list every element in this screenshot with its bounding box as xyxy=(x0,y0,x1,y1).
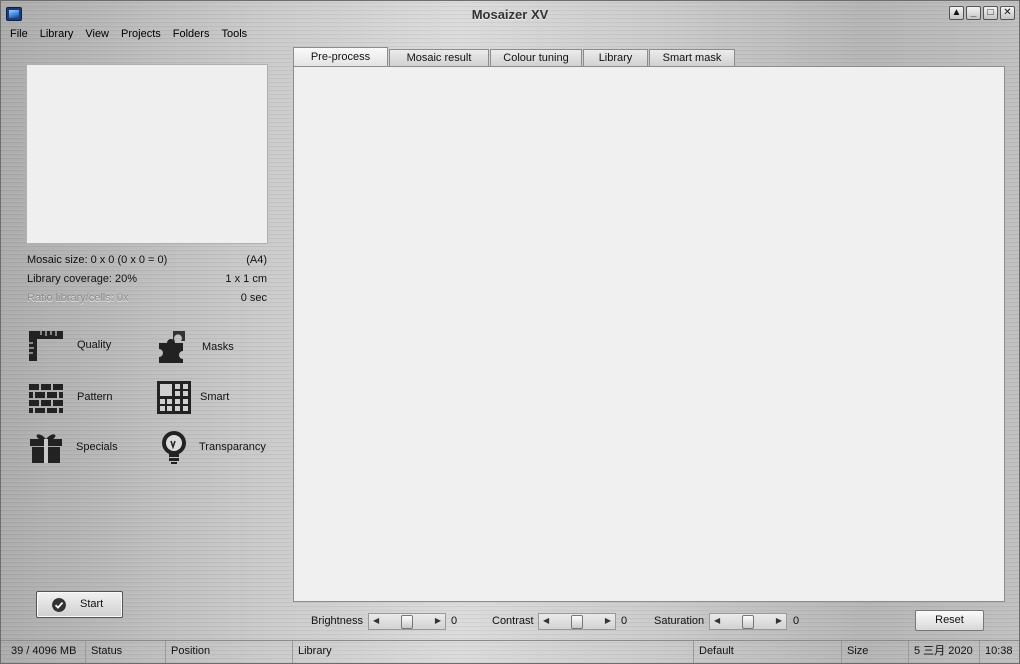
time-text: 0 sec xyxy=(240,292,267,304)
transparancy-label: Transparancy xyxy=(199,441,266,453)
date-status: 5 三月 2020 xyxy=(909,641,980,663)
menu-projects[interactable]: Projects xyxy=(115,27,167,43)
saturation-label: Saturation xyxy=(654,615,705,627)
menu-library[interactable]: Library xyxy=(34,27,80,43)
library-coverage-text: Library coverage: 20% xyxy=(27,273,138,285)
tab-mosaic-result[interactable]: Mosaic result xyxy=(389,49,489,67)
brightness-slider[interactable]: ◀ ▶ xyxy=(368,613,446,630)
ratio-row: Ratio library/cells: 0x 0 sec xyxy=(27,292,267,306)
tab-pre-process[interactable]: Pre-process xyxy=(293,47,388,67)
contrast-value: 0 xyxy=(621,615,628,627)
gift-icon xyxy=(30,434,62,463)
status-bar: 39 / 4096 MB Status Position Library Def… xyxy=(1,640,1019,663)
specials-label: Specials xyxy=(76,441,118,453)
contrast-slider[interactable]: ◀ ▶ xyxy=(538,613,616,630)
minimize-button[interactable]: _ xyxy=(966,6,981,20)
menu-tools[interactable]: Tools xyxy=(215,27,253,43)
mosaic-size-row: Mosaic size: 0 x 0 (0 x 0 = 0) (A4) xyxy=(27,254,267,268)
time-status: 10:38 xyxy=(985,645,1013,657)
saturation-thumb[interactable] xyxy=(742,615,754,629)
lightbulb-icon xyxy=(162,431,186,464)
ruler-icon xyxy=(29,331,63,361)
pattern-tool[interactable]: Pattern xyxy=(27,377,137,417)
start-label: Start xyxy=(80,598,104,610)
contrast-label: Contrast xyxy=(492,615,534,627)
smart-label: Smart xyxy=(200,391,230,403)
brightness-value: 0 xyxy=(451,615,458,627)
saturation-slider[interactable]: ◀ ▶ xyxy=(709,613,787,630)
app-window: Mosaizer XV ▲ _ □ ✕ File Library View Pr… xyxy=(0,0,1020,664)
maximize-button[interactable]: □ xyxy=(983,6,998,20)
start-button[interactable]: Start xyxy=(36,591,123,618)
tab-colour-tuning[interactable]: Colour tuning xyxy=(490,49,582,67)
arrow-left-icon[interactable]: ◀ xyxy=(373,616,379,625)
pattern-label: Pattern xyxy=(77,391,113,403)
grid-icon xyxy=(157,381,191,414)
menu-file[interactable]: File xyxy=(4,27,34,43)
quality-label: Quality xyxy=(77,339,112,351)
window-controls: ▲ _ □ ✕ xyxy=(949,6,1015,20)
mosaic-preview[interactable] xyxy=(26,64,268,244)
mosaic-size-text: Mosaic size: 0 x 0 (0 x 0 = 0) xyxy=(27,254,168,266)
status-text: Status xyxy=(86,641,166,663)
menu-folders[interactable]: Folders xyxy=(167,27,216,43)
arrow-right-icon[interactable]: ▶ xyxy=(776,616,782,625)
paper-size-text: (A4) xyxy=(246,254,267,266)
library-status: Library xyxy=(293,641,694,663)
size-status: Size xyxy=(842,641,909,663)
brightness-label: Brightness xyxy=(311,615,363,627)
saturation-value: 0 xyxy=(793,615,800,627)
contrast-thumb[interactable] xyxy=(571,615,583,629)
arrow-right-icon[interactable]: ▶ xyxy=(605,616,611,625)
quality-tool[interactable]: Quality xyxy=(27,325,137,365)
menu-view[interactable]: View xyxy=(79,27,115,43)
cell-size-text: 1 x 1 cm xyxy=(225,273,267,285)
transparancy-tool[interactable]: Transparancy xyxy=(155,427,270,467)
default-status: Default xyxy=(694,641,842,663)
close-button[interactable]: ✕ xyxy=(1000,6,1015,20)
library-coverage-row: Library coverage: 20% 1 x 1 cm xyxy=(27,273,267,287)
masks-label: Masks xyxy=(202,341,234,353)
masks-tool[interactable]: Masks xyxy=(155,327,265,367)
specials-tool[interactable]: Specials xyxy=(27,427,137,467)
title-bar[interactable]: Mosaizer XV ▲ _ □ ✕ xyxy=(1,1,1019,27)
tab-library[interactable]: Library xyxy=(583,49,648,67)
tab-smart-mask[interactable]: Smart mask xyxy=(649,49,735,67)
reset-button[interactable]: Reset xyxy=(915,610,984,631)
arrow-left-icon[interactable]: ◀ xyxy=(714,616,720,625)
brightness-thumb[interactable] xyxy=(401,615,413,629)
puzzle-icon xyxy=(159,331,185,363)
memory-status: 39 / 4096 MB xyxy=(6,641,86,663)
check-icon xyxy=(52,598,66,612)
bricks-icon xyxy=(29,384,63,413)
preprocess-canvas[interactable] xyxy=(293,66,1005,602)
menu-bar: File Library View Projects Folders Tools xyxy=(1,27,253,43)
position-status: Position xyxy=(166,641,293,663)
smart-tool[interactable]: Smart xyxy=(155,377,265,417)
rollup-button[interactable]: ▲ xyxy=(949,6,964,20)
window-title: Mosaizer XV xyxy=(471,7,549,22)
arrow-right-icon[interactable]: ▶ xyxy=(435,616,441,625)
arrow-left-icon[interactable]: ◀ xyxy=(543,616,549,625)
ratio-text: Ratio library/cells: 0x xyxy=(27,292,129,304)
